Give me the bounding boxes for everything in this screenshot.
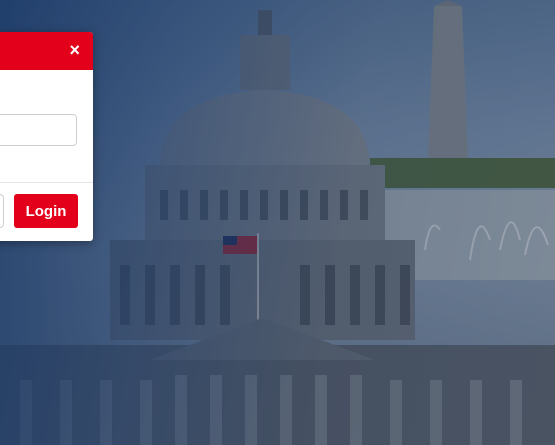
- footer-divider: [0, 182, 93, 183]
- login-input[interactable]: [0, 114, 77, 146]
- login-button[interactable]: Login: [14, 194, 78, 228]
- close-icon[interactable]: ×: [69, 40, 80, 60]
- dialog-header: ×: [0, 32, 93, 70]
- cancel-button[interactable]: [0, 194, 4, 228]
- login-dialog: × Login: [0, 32, 93, 241]
